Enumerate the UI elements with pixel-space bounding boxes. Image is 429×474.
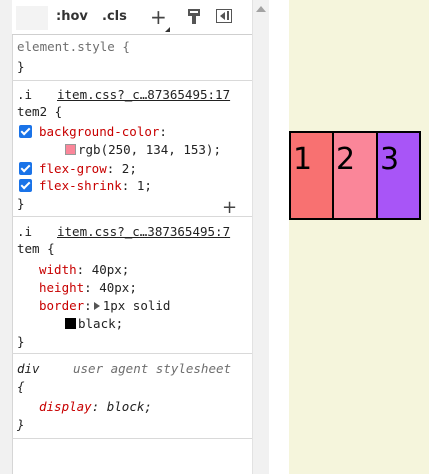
decl-checkbox[interactable] [19, 179, 32, 192]
property-name[interactable]: height [39, 280, 84, 295]
rule-item-header: .i [17, 223, 32, 240]
item-label: 3 [380, 142, 400, 177]
item-label: 1 [293, 142, 313, 177]
source-link-text[interactable]: item.css?_c…87365495:17 [57, 87, 230, 102]
decl-border-color[interactable]: black; [65, 315, 123, 332]
decl-flex-grow[interactable]: flex-grow: 2; [39, 160, 137, 177]
property-name[interactable]: border [39, 298, 84, 313]
expand-arrow-icon[interactable] [93, 302, 100, 310]
hov-toggle-button[interactable]: :hov [56, 9, 88, 24]
arrow-left-icon [220, 12, 225, 20]
user-agent-source: user agent stylesheet [73, 361, 232, 376]
flex-item-3[interactable]: 3 [376, 131, 421, 220]
property-name[interactable]: flex-grow [39, 161, 107, 176]
property-value[interactable]: 40px; [99, 280, 137, 295]
rule-divider [12, 353, 252, 354]
source-link-text[interactable]: item.css?_c…387365495:7 [57, 224, 230, 239]
property-value[interactable]: 1px solid [103, 298, 171, 313]
selector-prefix[interactable]: .i [17, 224, 32, 239]
item-label: 2 [336, 142, 356, 177]
decl-height[interactable]: height: 40px; [39, 279, 137, 296]
decl-flex-shrink[interactable]: flex-shrink: 1; [39, 177, 152, 194]
sidebar-bar-icon [227, 11, 229, 20]
flex-item-1[interactable]: 1 [289, 131, 334, 220]
flex-item-2[interactable]: 2 [332, 131, 378, 220]
property-value[interactable]: 2; [122, 161, 137, 176]
property-value[interactable]: rgb(250, 134, 153); [78, 142, 221, 157]
styles-pane: :hov .cls + element.style { } .i item.cs… [0, 0, 253, 474]
property-value[interactable]: black; [78, 316, 123, 331]
filter-input[interactable] [16, 6, 48, 30]
property-value: block; [106, 399, 152, 414]
property-name: display [39, 399, 92, 414]
cls-toggle-button[interactable]: .cls [102, 9, 127, 24]
flex-preview: 1 2 3 [289, 0, 429, 474]
styles-toolbar: :hov .cls + [12, 0, 252, 35]
property-name[interactable]: width [39, 262, 77, 277]
rule-divider [12, 216, 252, 217]
new-rule-menu-corner-icon [165, 22, 170, 32]
selector-prefix[interactable]: .i [17, 87, 32, 102]
rule-close-brace: } [17, 196, 25, 211]
decl-checkbox[interactable] [19, 125, 32, 138]
paint-brush-icon[interactable] [188, 9, 200, 25]
scroll-up-arrow-icon[interactable] [256, 6, 266, 12]
color-swatch[interactable] [65, 144, 76, 155]
decl-width[interactable]: width: 40px; [39, 261, 129, 278]
preview-gap [269, 0, 289, 474]
decl-border[interactable]: border: 1px solid [39, 297, 170, 314]
color-swatch[interactable] [65, 318, 76, 329]
decl-background-color[interactable]: background-color: [39, 123, 167, 140]
selector-text: element.style { [17, 39, 130, 54]
rule-div-selector: div [17, 360, 40, 377]
toggle-sidebar-icon[interactable] [216, 9, 232, 23]
rule-close-brace: } [17, 59, 25, 74]
source-link-item2[interactable]: item.css?_c…87365495:17 [57, 86, 230, 103]
property-value[interactable]: 40px; [92, 262, 130, 277]
element-style-selector[interactable]: element.style { [17, 38, 130, 55]
rule-divider [12, 438, 252, 439]
source-link-item[interactable]: item.css?_c…387365495:7 [57, 223, 230, 240]
rule-item-selector[interactable]: tem { [17, 240, 55, 257]
rule-close-brace: } [17, 334, 25, 349]
rule-item2-selector[interactable]: tem2 { [17, 103, 62, 120]
rule-item2-header: .i [17, 86, 32, 103]
pane-gutter [0, 0, 13, 474]
property-name[interactable]: flex-shrink [39, 178, 122, 193]
property-value[interactable]: 1; [137, 178, 152, 193]
property-name[interactable]: background-color [39, 124, 159, 139]
styles-scrollbar[interactable] [252, 0, 270, 474]
rule-open-brace: { [17, 379, 25, 394]
decl-display: display: block; [39, 399, 152, 414]
selector-text: div [17, 361, 40, 376]
rule-close-brace: } [17, 417, 25, 432]
plus-icon[interactable]: + [222, 197, 237, 218]
rule-divider [12, 80, 252, 81]
decl-value[interactable]: rgb(250, 134, 153); [65, 141, 221, 158]
decl-checkbox[interactable] [19, 162, 32, 175]
